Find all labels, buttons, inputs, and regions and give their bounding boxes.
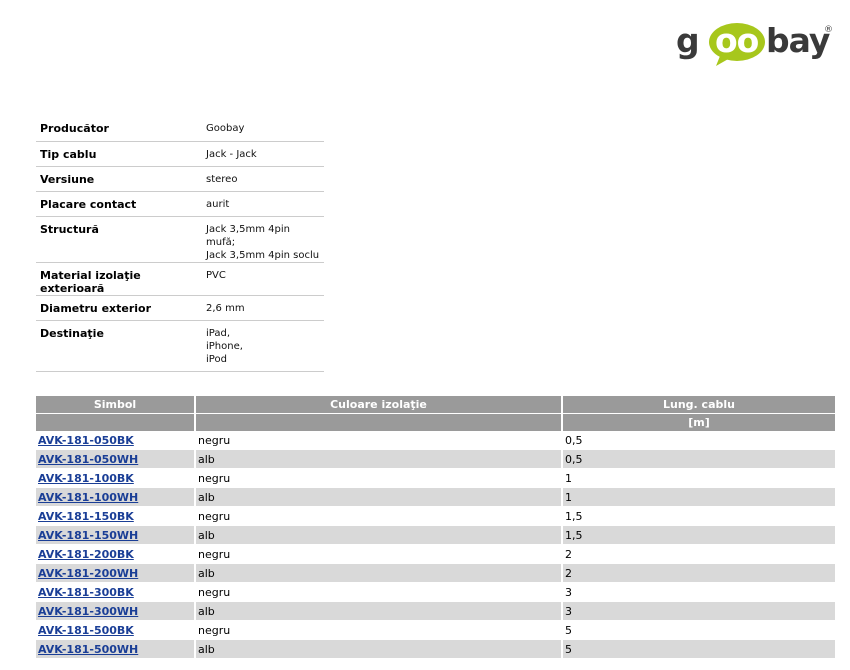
product-symbol-link[interactable]: AVK-181-050WH — [38, 453, 138, 466]
table-row: AVK-181-300WH alb 3 — [36, 602, 835, 621]
product-color-cell: alb — [196, 602, 563, 621]
product-color-cell: negru — [196, 583, 563, 602]
table-row: AVK-181-050WH alb 0,5 — [36, 450, 835, 469]
product-table-header: Simbol Culoare izolaţie Lung. cablu — [36, 396, 835, 413]
logo-text-g: g — [676, 21, 700, 60]
product-length-cell: 2 — [563, 564, 835, 583]
product-symbol-link[interactable]: AVK-181-100WH — [38, 491, 138, 504]
spec-row: Structură Jack 3,5mm 4pin mufă; Jack 3,5m… — [36, 216, 324, 263]
product-symbol-link[interactable]: AVK-181-300WH — [38, 605, 138, 618]
logo-text-bay: bay — [766, 21, 830, 60]
spec-value: 2,6 mm — [202, 295, 324, 321]
spec-label: Destinaţie — [36, 320, 202, 372]
product-length-cell: 0,5 — [563, 431, 835, 450]
spec-label: Producător — [36, 116, 202, 142]
product-color-cell: alb — [196, 526, 563, 545]
header-length: Lung. cablu — [563, 396, 835, 413]
logo-registered: ® — [824, 25, 833, 35]
spec-value: iPad, iPhone, iPod — [202, 320, 324, 372]
product-length-cell: 3 — [563, 583, 835, 602]
product-length-cell: 1 — [563, 469, 835, 488]
spec-row: Destinaţie iPad, iPhone, iPod — [36, 320, 324, 372]
product-table-units: [m] — [36, 413, 835, 431]
spec-label: Versiune — [36, 166, 202, 192]
spec-value: Jack 3,5mm 4pin mufă; Jack 3,5mm 4pin so… — [202, 216, 324, 263]
spec-label: Structură — [36, 216, 202, 263]
product-color-cell: negru — [196, 431, 563, 450]
logo-text-oo: oo — [715, 21, 759, 60]
spec-label: Diametru exterior — [36, 295, 202, 321]
product-symbol-link[interactable]: AVK-181-050BK — [38, 434, 134, 447]
product-symbol-cell: AVK-181-050WH — [36, 450, 196, 469]
product-length-cell: 5 — [563, 621, 835, 640]
product-symbol-cell: AVK-181-300BK — [36, 583, 196, 602]
table-row: AVK-181-150WH alb 1,5 — [36, 526, 835, 545]
spec-value: aurit — [202, 191, 324, 217]
table-row: AVK-181-050BK negru 0,5 — [36, 431, 835, 450]
product-symbol-cell: AVK-181-150WH — [36, 526, 196, 545]
product-color-cell: alb — [196, 450, 563, 469]
product-symbol-link[interactable]: AVK-181-150BK — [38, 510, 134, 523]
product-symbol-cell: AVK-181-300WH — [36, 602, 196, 621]
goobay-logo: g oo bay ® — [676, 21, 833, 66]
spec-label: Tip cablu — [36, 141, 202, 167]
spec-value: stereo — [202, 166, 324, 192]
product-symbol-link[interactable]: AVK-181-500WH — [38, 643, 138, 656]
header-symbol: Simbol — [36, 396, 196, 413]
product-color-cell: negru — [196, 621, 563, 640]
product-symbol-cell: AVK-181-100BK — [36, 469, 196, 488]
table-row: AVK-181-100WH alb 1 — [36, 488, 835, 507]
product-color-cell: negru — [196, 469, 563, 488]
product-symbol-link[interactable]: AVK-181-200WH — [38, 567, 138, 580]
spec-row: Diametru exterior 2,6 mm — [36, 295, 324, 321]
table-row: AVK-181-150BK negru 1,5 — [36, 507, 835, 526]
header-color: Culoare izolaţie — [196, 396, 563, 413]
product-length-cell: 0,5 — [563, 450, 835, 469]
table-row: AVK-181-200BK negru 2 — [36, 545, 835, 564]
product-symbol-cell: AVK-181-200WH — [36, 564, 196, 583]
product-symbol-link[interactable]: AVK-181-100BK — [38, 472, 134, 485]
spec-row: Producător Goobay — [36, 116, 324, 142]
spec-label: Material izolaţie exterioară — [36, 262, 202, 296]
product-color-cell: alb — [196, 488, 563, 507]
spec-row: Tip cablu Jack - Jack — [36, 141, 324, 167]
spec-value: PVC — [202, 262, 324, 296]
product-color-cell: alb — [196, 640, 563, 659]
product-length-cell: 3 — [563, 602, 835, 621]
product-symbol-cell: AVK-181-050BK — [36, 431, 196, 450]
product-color-cell: negru — [196, 507, 563, 526]
product-length-cell: 5 — [563, 640, 835, 659]
table-row: AVK-181-500WH alb 5 — [36, 640, 835, 659]
spec-row: Placare contact aurit — [36, 191, 324, 217]
product-symbol-link[interactable]: AVK-181-500BK — [38, 624, 134, 637]
product-symbol-link[interactable]: AVK-181-200BK — [38, 548, 134, 561]
table-row: AVK-181-500BK negru 5 — [36, 621, 835, 640]
table-row: AVK-181-300BK negru 3 — [36, 583, 835, 602]
product-color-cell: negru — [196, 545, 563, 564]
spec-row: Material izolaţie exterioară PVC — [36, 262, 324, 296]
product-length-cell: 1,5 — [563, 526, 835, 545]
table-row: AVK-181-200WH alb 2 — [36, 564, 835, 583]
product-symbol-link[interactable]: AVK-181-300BK — [38, 586, 134, 599]
product-symbol-cell: AVK-181-500WH — [36, 640, 196, 659]
product-symbol-cell: AVK-181-150BK — [36, 507, 196, 526]
spec-value: Jack - Jack — [202, 141, 324, 167]
product-table: Simbol Culoare izolaţie Lung. cablu [m] … — [36, 396, 835, 659]
table-row: AVK-181-100BK negru 1 — [36, 469, 835, 488]
product-length-cell: 2 — [563, 545, 835, 564]
product-length-cell: 1,5 — [563, 507, 835, 526]
unit-length: [m] — [563, 413, 835, 431]
spec-value: Goobay — [202, 116, 324, 142]
unit-symbol — [36, 413, 196, 431]
spec-table: Producător Goobay Tip cablu Jack - Jack Vers… — [36, 116, 324, 372]
spec-row: Versiune stereo — [36, 166, 324, 192]
spec-label: Placare contact — [36, 191, 202, 217]
product-length-cell: 1 — [563, 488, 835, 507]
product-symbol-cell: AVK-181-500BK — [36, 621, 196, 640]
unit-color — [196, 413, 563, 431]
product-color-cell: alb — [196, 564, 563, 583]
product-symbol-cell: AVK-181-200BK — [36, 545, 196, 564]
product-symbol-cell: AVK-181-100WH — [36, 488, 196, 507]
product-symbol-link[interactable]: AVK-181-150WH — [38, 529, 138, 542]
